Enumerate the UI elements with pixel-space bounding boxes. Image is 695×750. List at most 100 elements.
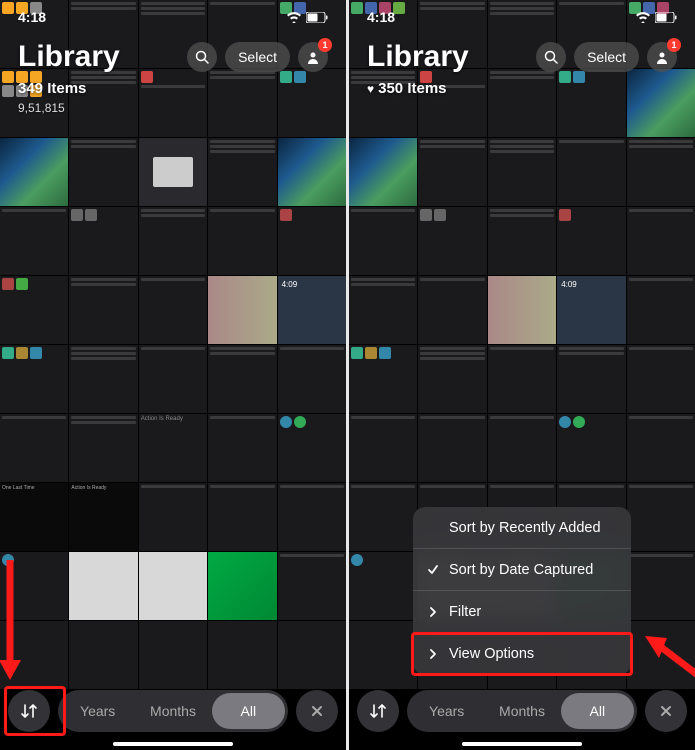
- popup-item-view-options[interactable]: View Options: [413, 633, 631, 675]
- battery-icon: [306, 12, 328, 23]
- thumbnail[interactable]: [418, 345, 486, 413]
- thumbnail[interactable]: [0, 276, 68, 344]
- thumbnail[interactable]: [418, 414, 486, 482]
- thumbnail[interactable]: [278, 414, 346, 482]
- thumbnail[interactable]: 4:09: [557, 276, 625, 344]
- thumbnail[interactable]: [349, 345, 417, 413]
- thumbnail[interactable]: Action Is Ready: [69, 483, 137, 551]
- thumbnail[interactable]: [139, 138, 207, 206]
- segment-months[interactable]: Months: [136, 693, 209, 729]
- thumbnail[interactable]: [349, 483, 417, 551]
- thumbnail[interactable]: [349, 138, 417, 206]
- home-indicator[interactable]: [113, 742, 233, 746]
- chevron-right-icon: [427, 606, 439, 618]
- thumbnail[interactable]: [349, 207, 417, 275]
- popup-item-filter[interactable]: Filter: [413, 591, 631, 633]
- search-button[interactable]: [536, 42, 566, 72]
- thumbnail[interactable]: Action Is Ready: [139, 414, 207, 482]
- thumbnail[interactable]: [69, 276, 137, 344]
- status-bar: 4:18: [0, 0, 346, 34]
- thumbnail[interactable]: [0, 138, 68, 206]
- thumbnail[interactable]: [418, 276, 486, 344]
- thumbnail[interactable]: [557, 345, 625, 413]
- profile-button[interactable]: 1: [647, 42, 677, 72]
- thumbnail[interactable]: [69, 138, 137, 206]
- thumbnail[interactable]: [139, 552, 207, 620]
- thumbnail[interactable]: [139, 345, 207, 413]
- sort-button[interactable]: [8, 690, 50, 732]
- thumbnail[interactable]: [349, 552, 417, 620]
- thumbnail[interactable]: [488, 207, 556, 275]
- select-button[interactable]: Select: [225, 42, 290, 72]
- thumbnail[interactable]: [139, 621, 207, 689]
- thumbnail[interactable]: [418, 207, 486, 275]
- wifi-icon: [286, 11, 302, 23]
- segment-all[interactable]: All: [561, 693, 634, 729]
- page-title: Library: [367, 40, 469, 74]
- check-icon: [427, 564, 439, 576]
- popup-item-sort-recently-added[interactable]: Sort by Recently Added: [413, 507, 631, 549]
- collapse-button[interactable]: [645, 690, 687, 732]
- thumbnail[interactable]: [418, 138, 486, 206]
- thumbnail[interactable]: 4:09: [278, 276, 346, 344]
- thumbnail[interactable]: [69, 207, 137, 275]
- thumbnail[interactable]: [69, 621, 137, 689]
- segment-months[interactable]: Months: [485, 693, 558, 729]
- thumbnail[interactable]: [488, 138, 556, 206]
- sort-button[interactable]: [357, 690, 399, 732]
- thumbnail[interactable]: [627, 138, 695, 206]
- thumbnail[interactable]: [208, 276, 276, 344]
- thumbnail[interactable]: [278, 345, 346, 413]
- thumbnail[interactable]: [139, 276, 207, 344]
- thumbnail[interactable]: [557, 138, 625, 206]
- thumbnail[interactable]: [627, 414, 695, 482]
- thumbnail[interactable]: [627, 345, 695, 413]
- popup-item-sort-date-captured[interactable]: Sort by Date Captured: [413, 549, 631, 591]
- thumbnail[interactable]: [278, 483, 346, 551]
- close-icon: [659, 704, 673, 718]
- thumbnail[interactable]: [139, 207, 207, 275]
- thumbnail[interactable]: [0, 414, 68, 482]
- thumbnail[interactable]: [208, 414, 276, 482]
- thumbnail[interactable]: [488, 276, 556, 344]
- thumbnail[interactable]: [208, 345, 276, 413]
- thumbnail[interactable]: [488, 414, 556, 482]
- thumbnail[interactable]: [627, 552, 695, 620]
- thumbnail[interactable]: One Last Time: [0, 483, 68, 551]
- thumbnail[interactable]: [208, 621, 276, 689]
- thumbnail[interactable]: [139, 483, 207, 551]
- thumbnail[interactable]: [488, 345, 556, 413]
- segment-all[interactable]: All: [212, 693, 285, 729]
- thumbnail[interactable]: [557, 207, 625, 275]
- home-indicator[interactable]: [462, 742, 582, 746]
- thumbnail[interactable]: [278, 621, 346, 689]
- view-segmented-control: Years Months All: [58, 690, 288, 732]
- thumbnail[interactable]: [349, 621, 417, 689]
- thumbnail[interactable]: [0, 345, 68, 413]
- segment-years[interactable]: Years: [61, 693, 134, 729]
- thumbnail[interactable]: [349, 414, 417, 482]
- thumbnail[interactable]: [278, 207, 346, 275]
- thumbnail[interactable]: [627, 276, 695, 344]
- thumbnail[interactable]: [69, 345, 137, 413]
- thumbnail[interactable]: [627, 207, 695, 275]
- thumbnail[interactable]: [0, 207, 68, 275]
- thumbnail[interactable]: [208, 207, 276, 275]
- thumbnail[interactable]: [208, 138, 276, 206]
- collapse-button[interactable]: [296, 690, 338, 732]
- search-button[interactable]: [187, 42, 217, 72]
- thumbnail[interactable]: [627, 483, 695, 551]
- thumbnail[interactable]: [208, 552, 276, 620]
- thumbnail[interactable]: [69, 414, 137, 482]
- segment-years[interactable]: Years: [410, 693, 483, 729]
- annotation-arrow: [0, 560, 24, 680]
- thumbnail[interactable]: [349, 276, 417, 344]
- thumbnail[interactable]: [208, 483, 276, 551]
- thumbnail[interactable]: [278, 552, 346, 620]
- thumbnail[interactable]: [69, 552, 137, 620]
- thumbnail[interactable]: [278, 138, 346, 206]
- thumbnail[interactable]: [557, 414, 625, 482]
- profile-button[interactable]: 1: [298, 42, 328, 72]
- heart-icon: ♥: [367, 82, 374, 96]
- select-button[interactable]: Select: [574, 42, 639, 72]
